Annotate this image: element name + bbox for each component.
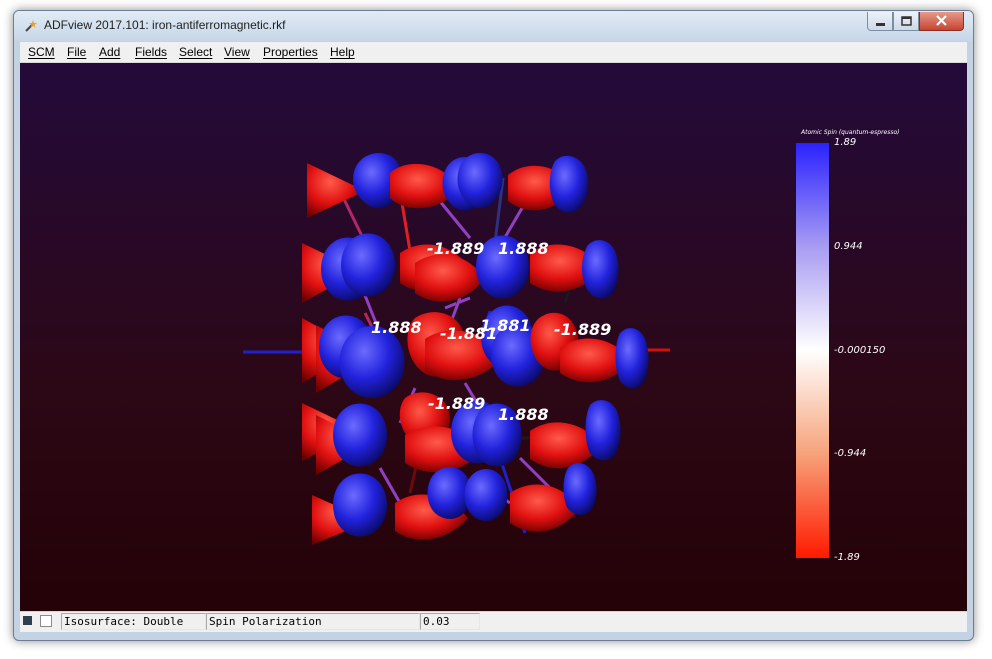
atom-value-label: -1.889 — [554, 320, 611, 339]
atom-value-label: 1.888 — [498, 239, 549, 258]
color-scale-label: -1.89 — [834, 552, 860, 563]
menu-scm[interactable]: SCM — [28, 45, 55, 59]
atom-value-label: 1.881 — [480, 316, 531, 335]
title-bar[interactable]: ADFview 2017.101: iron-antiferromagnetic… — [14, 11, 973, 41]
color-scale-label: 0.944 — [834, 241, 863, 252]
atom-value-label: -1.889 — [427, 239, 484, 258]
color-scale-legend: Atomic Spin (quantum-espresso) 1.89 0.94… — [796, 129, 899, 563]
menu-file[interactable]: File — [67, 45, 86, 59]
atom-row-5 — [312, 462, 597, 545]
minimize-button[interactable] — [867, 12, 893, 31]
status-isovalue-field[interactable]: 0.03 — [420, 613, 480, 630]
minimize-icon — [876, 23, 885, 26]
status-isosurface-field[interactable]: Isosurface: Double — [61, 613, 206, 630]
color-scale-title: Atomic Spin (quantum-espresso) — [800, 129, 899, 136]
maximize-icon — [901, 16, 912, 26]
close-icon — [936, 15, 947, 26]
close-button[interactable] — [919, 12, 964, 31]
color-scale-label: 1.89 — [834, 137, 856, 148]
menu-properties[interactable]: Properties — [263, 45, 318, 59]
color-scale-label: -0.944 — [834, 448, 866, 459]
menu-fields[interactable]: Fields — [135, 45, 167, 59]
status-field-name[interactable]: Spin Polarization — [206, 613, 420, 630]
molecule-viewport[interactable]: -1.889 1.888 1.888 -1.881 1.881 -1.889 -… — [20, 63, 967, 611]
atom-value-label: 1.888 — [371, 318, 422, 337]
molecule-scene[interactable]: -1.889 1.888 1.888 -1.881 1.881 -1.889 -… — [20, 63, 967, 611]
menu-help[interactable]: Help — [330, 45, 355, 59]
menu-select[interactable]: Select — [179, 45, 212, 59]
atom-value-label: -1.889 — [428, 394, 485, 413]
color-scale-label: -0.000150 — [834, 345, 885, 356]
atom-value-label: 1.888 — [498, 405, 549, 424]
window-title: ADFview 2017.101: iron-antiferromagnetic… — [44, 18, 286, 32]
adf-wand-icon — [25, 20, 37, 32]
color-scale-bar — [796, 143, 829, 558]
adfview-window: ADFview 2017.101: iron-antiferromagnetic… — [13, 10, 974, 641]
menu-bar: SCM File Add Fields Select View Properti… — [20, 42, 967, 63]
maximize-button[interactable] — [893, 12, 919, 31]
status-color-swatch[interactable] — [23, 616, 32, 625]
status-checkbox[interactable] — [40, 615, 52, 627]
menu-view[interactable]: View — [224, 45, 250, 59]
status-bar: Isosurface: Double Spin Polarization 0.0… — [20, 611, 967, 632]
menu-add[interactable]: Add — [99, 45, 120, 59]
